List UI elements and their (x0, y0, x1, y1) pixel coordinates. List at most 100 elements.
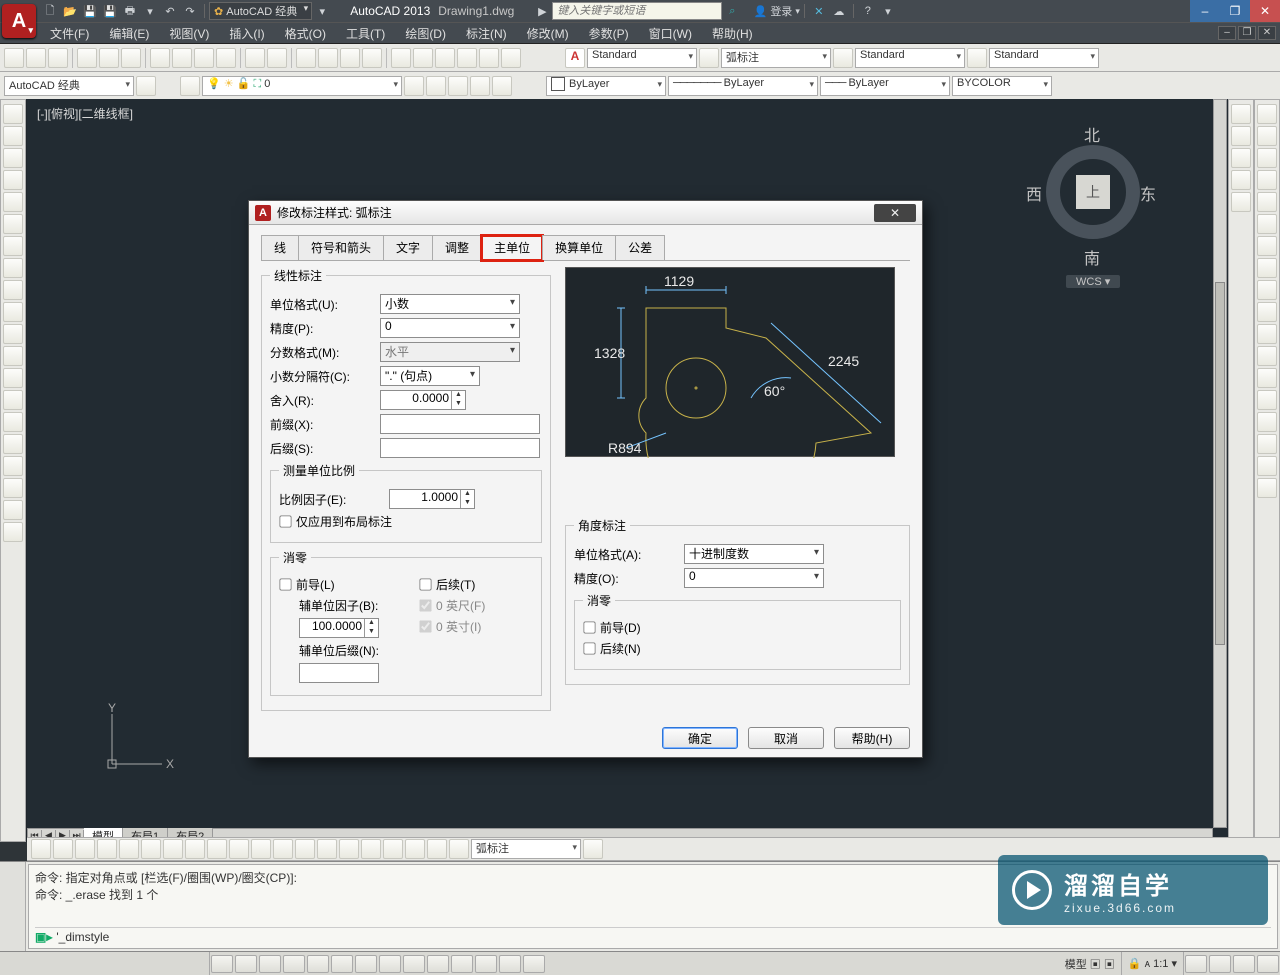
tab-fit[interactable]: 调整 (432, 235, 482, 260)
toggle-lwt[interactable] (427, 955, 449, 973)
redo-icon[interactable]: ↷ (181, 2, 199, 20)
table-style-combo[interactable]: Standard (855, 48, 965, 68)
tb-save[interactable] (48, 48, 68, 68)
tool-addsel[interactable] (3, 522, 23, 542)
toggle-qp[interactable] (475, 955, 497, 973)
tool-mtext[interactable] (3, 500, 23, 520)
tb-open[interactable] (26, 48, 46, 68)
viewcube[interactable]: 上 北 南 西 东 WCS ▾ (1018, 117, 1168, 297)
input-prefix[interactable] (380, 414, 540, 434)
mod-mirror[interactable] (1257, 148, 1277, 168)
window-minimize[interactable]: ‒ (1190, 0, 1220, 22)
menu-file[interactable]: 文件(F) (40, 25, 99, 42)
coord-readout[interactable] (0, 952, 210, 975)
mod-chamfer[interactable] (1257, 412, 1277, 432)
dim-quick[interactable] (207, 839, 227, 859)
menu-format[interactable]: 格式(O) (275, 25, 336, 42)
tb-layeroff[interactable] (448, 76, 468, 96)
mod-join[interactable] (1257, 390, 1277, 410)
tool-region[interactable] (3, 456, 23, 476)
tb-props[interactable] (391, 48, 411, 68)
toggle-otrack[interactable] (355, 955, 377, 973)
dim-base[interactable] (229, 839, 249, 859)
search-go-icon[interactable]: ▶ (533, 2, 551, 20)
tb-cut[interactable] (150, 48, 170, 68)
dim-stylemgr[interactable] (583, 839, 603, 859)
mod-copy[interactable] (1257, 126, 1277, 146)
tb-layeriso[interactable] (404, 76, 424, 96)
help-search-input[interactable] (552, 2, 722, 20)
viewcube-west[interactable]: 西 (1026, 181, 1042, 205)
mod-stretch[interactable] (1257, 280, 1277, 300)
stayconnected-icon[interactable]: ☁ (830, 2, 848, 20)
tool-hatch[interactable] (3, 412, 23, 432)
search-icon[interactable]: ⌕ (723, 2, 741, 20)
toggle-ortho[interactable] (259, 955, 281, 973)
tool-gradient[interactable] (3, 434, 23, 454)
mod-break2[interactable] (1257, 368, 1277, 388)
save-icon[interactable]: 💾 (81, 2, 99, 20)
tb-zoomwin[interactable] (340, 48, 360, 68)
window-restore[interactable]: ❐ (1220, 0, 1250, 22)
tool-polygon[interactable] (3, 170, 23, 190)
nav-showmotion[interactable] (1231, 192, 1251, 212)
signin-icon[interactable]: 👤 (751, 2, 769, 20)
mod-offset[interactable] (1257, 170, 1277, 190)
tb-layerprev[interactable] (492, 76, 512, 96)
dim-style-combo[interactable]: 弧标注 (721, 48, 831, 68)
toggle-osnap[interactable] (307, 955, 329, 973)
qat-more-icon[interactable]: ▾ (313, 2, 331, 20)
toggle-am[interactable] (523, 955, 545, 973)
menu-window[interactable]: 窗口(W) (639, 25, 702, 42)
tool-ellipse[interactable] (3, 302, 23, 322)
toggle-ducs[interactable] (379, 955, 401, 973)
tool-point[interactable] (3, 390, 23, 410)
combo-precision[interactable]: 0 (380, 318, 520, 338)
tool-rect[interactable] (3, 192, 23, 212)
mod-blend[interactable] (1257, 456, 1277, 476)
dim-arc[interactable] (75, 839, 95, 859)
menu-tools[interactable]: 工具(T) (336, 25, 395, 42)
workspace-combo[interactable]: ✿ AutoCAD 经典 (209, 2, 312, 20)
lineweight-combo[interactable]: ─── ByLayer (820, 76, 950, 96)
combo-ang-prec[interactable]: 0 (684, 568, 824, 588)
check-layout-only[interactable] (279, 515, 291, 527)
toggle-dyn[interactable] (403, 955, 425, 973)
menu-help[interactable]: 帮助(H) (702, 25, 763, 42)
combo-ang-unit[interactable]: 十进制度数 (684, 544, 824, 564)
tb-copy[interactable] (172, 48, 192, 68)
dim-tedit[interactable] (427, 839, 447, 859)
mod-array[interactable] (1257, 192, 1277, 212)
check-ang-trailing[interactable] (583, 642, 595, 654)
layer-combo[interactable]: 💡 ☀ 🔓 ⛶ 0 (202, 76, 402, 96)
app-menu-button[interactable]: A (2, 4, 36, 38)
spin-round[interactable]: 0.0000▲▼ (380, 390, 466, 410)
tab-text[interactable]: 文字 (383, 235, 433, 260)
viewcube-north[interactable]: 北 (1084, 122, 1100, 146)
command-input[interactable]: ▣▸'_dimstyle (35, 927, 1271, 944)
tool-xline[interactable] (3, 126, 23, 146)
help-button[interactable]: 帮助(H) (834, 727, 910, 749)
menu-modify[interactable]: 修改(M) (517, 25, 579, 42)
status-more2[interactable] (1209, 955, 1231, 973)
tab-alt-units[interactable]: 换算单位 (542, 235, 616, 260)
tb-layermgr[interactable] (180, 76, 200, 96)
saveas-icon[interactable]: 💾 (101, 2, 119, 20)
dim-aligned[interactable] (53, 839, 73, 859)
new-icon[interactable]: 🗋 (41, 2, 59, 20)
spin-scale-factor[interactable]: 1.0000▲▼ (389, 489, 475, 509)
dialog-titlebar[interactable]: A 修改标注样式: 弧标注 ✕ (249, 201, 922, 225)
dim-space[interactable] (273, 839, 293, 859)
dim-jogline[interactable] (383, 839, 403, 859)
tab-tolerance[interactable]: 公差 (615, 235, 665, 260)
tool-revcloud[interactable] (3, 258, 23, 278)
toggle-grid[interactable] (235, 955, 257, 973)
menu-view[interactable]: 视图(V) (159, 25, 219, 42)
viewcube-south[interactable]: 南 (1084, 245, 1100, 269)
mod-rotate[interactable] (1257, 236, 1277, 256)
dim-ang[interactable] (185, 839, 205, 859)
toggle-polar[interactable] (283, 955, 305, 973)
viewcube-top[interactable]: 上 (1076, 175, 1110, 209)
tool-table[interactable] (3, 478, 23, 498)
tb-publish[interactable] (121, 48, 141, 68)
